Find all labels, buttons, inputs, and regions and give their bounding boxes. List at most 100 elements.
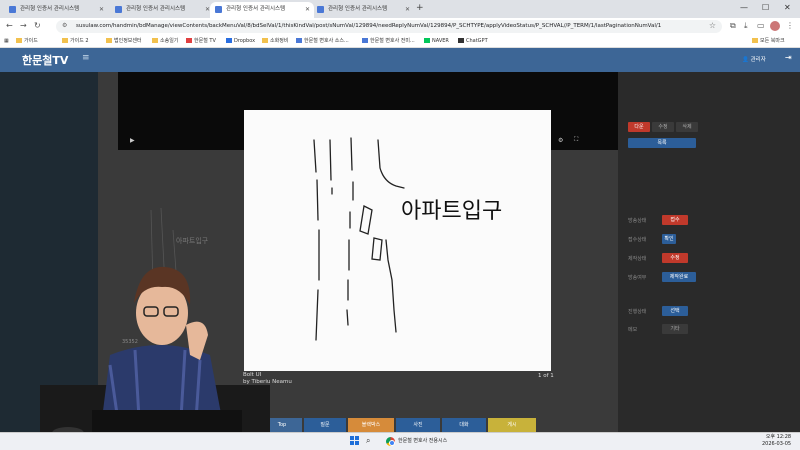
settings-icon[interactable]: ⚙	[558, 137, 563, 144]
status-select[interactable]: 선택	[662, 306, 688, 316]
browser-toolbar: ← → ↻ ⚙ susulaw.com/handmin/bdManage/vie…	[0, 18, 800, 35]
bookmark-item[interactable]: NAVER	[424, 35, 449, 48]
right-panel: 다운 수정 삭제 목록 방송상태 접수 접수상태 확인 제작상태 수정 방송여부…	[618, 72, 800, 432]
field-label: 방송여부	[628, 275, 647, 281]
footer-nav-item[interactable]: 게시	[488, 418, 536, 432]
bookmark-item[interactable]: 소화정비	[262, 35, 288, 48]
status-select[interactable]: 확인	[662, 234, 676, 244]
windows-start-icon[interactable]	[350, 436, 360, 446]
bookmark-item[interactable]: Dropbox	[226, 35, 255, 48]
naver-icon	[424, 38, 430, 43]
footer-nav-item[interactable]: 사진	[396, 418, 440, 432]
site-logo[interactable]: 한문철TV	[22, 52, 68, 68]
menu-icon[interactable]: ⋮	[786, 21, 794, 30]
bookmark-item[interactable]: ChatGPT	[458, 35, 488, 48]
windows-taskbar: ⌕ 한문철 변호사 전용시스 오후 12:28 2026-03-05	[0, 432, 800, 450]
bookmark-item[interactable]: 가이드 2	[62, 35, 89, 48]
folder-icon	[62, 38, 68, 43]
close-tab-icon[interactable]: ✕	[405, 2, 410, 17]
browser-tab-active[interactable]: 관리형 인증서 관리시스템 ✕	[210, 2, 314, 18]
status-select[interactable]: 기타	[662, 324, 688, 334]
fullscreen-icon[interactable]: ⛶	[574, 136, 578, 144]
download-button[interactable]: 다운	[628, 122, 650, 132]
field-label: 방송상태	[628, 218, 647, 224]
status-select[interactable]: 제작완료	[662, 272, 696, 282]
sidebar-icon[interactable]: ▭	[757, 21, 765, 30]
address-bar[interactable]: ⚙ susulaw.com/handmin/bdManage/viewConte…	[56, 20, 722, 33]
bookmark-item[interactable]: 법인정보센터	[106, 35, 142, 48]
site-info-icon[interactable]: ⚙	[62, 22, 67, 29]
search-icon[interactable]: ⌕	[366, 436, 370, 446]
svg-text:아파트입구: 아파트입구	[401, 199, 502, 224]
play-icon[interactable]: ▶	[130, 137, 135, 144]
browser-tab-strip: 관리형 인증서 관리시스템 ✕ 관리형 인증서 관리시스템 ✕ 관리형 인증서 …	[0, 0, 800, 18]
bookmark-item[interactable]: 한문철 TV	[186, 35, 216, 48]
taskbar-chrome-app[interactable]: 한문철 변호사 전용시스	[386, 435, 447, 448]
chatgpt-icon	[458, 38, 464, 43]
logout-icon[interactable]: ⇥	[785, 53, 792, 62]
viewer-counter: 1 of 1	[538, 373, 554, 379]
download-icon[interactable]: ⤓	[744, 21, 748, 31]
all-bookmarks[interactable]: 모든 북마크	[752, 35, 785, 48]
field-label: 진행상태	[628, 309, 647, 315]
site-favicon-icon	[317, 6, 324, 13]
dropbox-icon	[226, 38, 232, 43]
minimize-icon[interactable]: —	[740, 3, 748, 12]
site-favicon-icon	[362, 38, 368, 43]
site-header: 한문철TV ≡ 👤 관리자 ⇥	[0, 48, 800, 72]
forward-icon[interactable]: →	[20, 21, 27, 30]
browser-tab[interactable]: 관리형 인증서 관리시스템 ✕	[110, 2, 214, 18]
footer-nav: Top 질문 블랙박스 사진 대화 게시	[262, 418, 536, 432]
bookmark-item[interactable]: 가이드	[16, 35, 38, 48]
tab-label: 관리형 인증서 관리시스템	[126, 6, 186, 12]
list-button[interactable]: 목록	[628, 138, 696, 148]
hamburger-menu-icon[interactable]: ≡	[82, 53, 90, 63]
close-tab-icon[interactable]: ✕	[305, 2, 310, 17]
site-favicon-icon	[296, 38, 302, 43]
folder-icon	[106, 38, 112, 43]
apps-grid-icon[interactable]: ▦	[4, 35, 9, 48]
folder-icon	[16, 38, 22, 43]
youtube-icon	[186, 38, 192, 43]
profile-avatar[interactable]	[770, 21, 780, 31]
status-select[interactable]: 수정	[662, 253, 688, 263]
browser-tab[interactable]: 관리형 인증서 관리시스템 ✕	[4, 2, 108, 18]
field-label: 메모	[628, 327, 638, 333]
footer-nav-item[interactable]: 대화	[442, 418, 486, 432]
reload-icon[interactable]: ↻	[34, 21, 41, 30]
back-icon[interactable]: ←	[6, 21, 13, 30]
extensions-icon[interactable]: ⧉	[730, 21, 736, 31]
field-label: 제작상태	[628, 256, 647, 262]
status-select[interactable]: 접수	[662, 215, 688, 225]
bookmarks-bar: ▦ 가이드 가이드 2 법인정보센터 소송일기 한문철 TV Dropbox 소…	[0, 35, 800, 48]
footer-nav-item[interactable]: 질문	[304, 418, 346, 432]
bookmark-item[interactable]: 소송일기	[152, 35, 178, 48]
image-viewer[interactable]: 아파트입구	[244, 110, 551, 371]
bookmark-item[interactable]: 한문철 변호사 전미...	[362, 35, 415, 48]
folder-icon	[152, 38, 158, 43]
footer-nav-item[interactable]: 블랙박스	[348, 418, 394, 432]
tab-label: 관리형 인증서 관리시스템	[226, 6, 286, 12]
system-clock[interactable]: 오후 12:28 2026-03-05	[762, 434, 791, 448]
bookmark-item[interactable]: 한문철 변호사 소스...	[296, 35, 349, 48]
bookmark-star-icon[interactable]: ☆	[709, 21, 716, 30]
site-favicon-icon	[115, 6, 122, 13]
close-tab-icon[interactable]: ✕	[99, 2, 104, 17]
folder-icon	[752, 38, 758, 43]
tab-label: 관리형 인증서 관리시스템	[20, 6, 80, 12]
sketch-label: 아파트입구	[176, 237, 209, 245]
site-favicon-icon	[215, 6, 222, 13]
url-text[interactable]: susulaw.com/handmin/bdManage/viewContent…	[76, 20, 676, 33]
edit-button[interactable]: 수정	[652, 122, 674, 132]
user-menu[interactable]: 👤 관리자	[742, 55, 766, 63]
close-window-icon[interactable]: ✕	[784, 3, 791, 12]
browser-tab[interactable]: 관리형 인증서 관리시스템 ✕	[312, 2, 414, 18]
presenter-video-overlay	[40, 266, 270, 435]
maximize-icon[interactable]: ☐	[762, 3, 769, 12]
handwritten-road-sketch: 아파트입구	[313, 137, 502, 341]
chrome-icon	[386, 437, 395, 446]
new-tab-button[interactable]: +	[416, 3, 424, 13]
field-label: 접수상태	[628, 237, 647, 243]
delete-button[interactable]: 삭제	[676, 122, 698, 132]
tab-label: 관리형 인증서 관리시스템	[328, 6, 388, 12]
